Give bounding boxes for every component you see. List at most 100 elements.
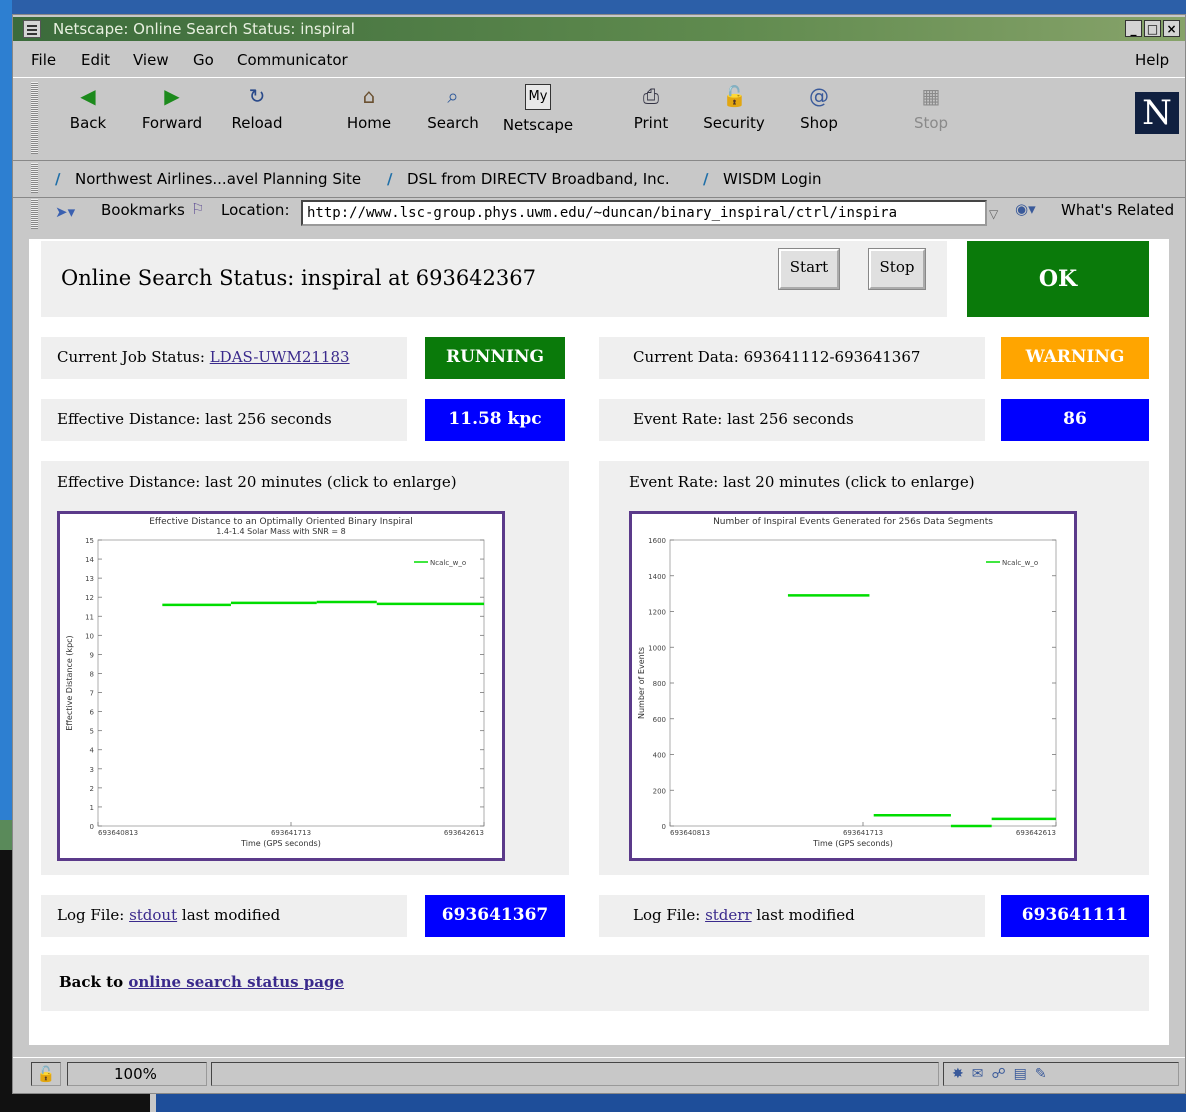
whats-related-icon[interactable]: ◉▾ <box>1015 200 1036 218</box>
log-file-label: Log File: <box>57 906 125 924</box>
menu-edit[interactable]: Edit <box>81 51 110 69</box>
y-tick-label: 0 <box>90 823 94 831</box>
y-axis-label: Effective Distance (kpc) <box>65 635 74 730</box>
x-axis-label: Time (GPS seconds) <box>240 839 321 848</box>
search-button[interactable]: ⌕ Search <box>413 84 493 132</box>
discussions-icon[interactable]: ☍ <box>991 1066 1013 1082</box>
stderr-modified-value: 693641111 <box>1001 895 1149 937</box>
y-tick-label: 14 <box>85 556 94 564</box>
printer-icon: ⎙ <box>643 84 659 108</box>
y-tick-label: 5 <box>90 728 94 736</box>
effective-distance-chart: Effective Distance to an Optimally Orien… <box>65 517 485 848</box>
location-toolbar-grip[interactable] <box>31 199 38 229</box>
y-tick-label: 1600 <box>648 537 666 545</box>
chart-title: Effective Distance to an Optimally Orien… <box>149 517 413 527</box>
personal-toolbar: ∕ Northwest Airlines...avel Planning Site… <box>13 161 1185 198</box>
stop-icon: ▦ <box>921 84 941 108</box>
menu-go[interactable]: Go <box>193 51 214 69</box>
event-rate-panel: Event Rate: last 256 seconds <box>599 399 985 441</box>
current-data-badge: WARNING <box>1001 337 1149 379</box>
addressbook-icon[interactable]: ▤ <box>1014 1066 1035 1082</box>
location-toolbar: ➤▾ Bookmarks ⚐ Location: http://www.lsc-… <box>13 199 1185 235</box>
security-padlock-icon[interactable]: 🔓 <box>31 1062 61 1086</box>
bookmark-pen-icon: ∕ <box>703 170 709 188</box>
whats-related-button[interactable]: What's Related <box>1061 201 1174 219</box>
stdout-link[interactable]: stdout <box>129 906 177 924</box>
y-tick-label: 400 <box>653 752 666 760</box>
back-button[interactable]: ◀ Back <box>48 84 128 132</box>
y-tick-label: 9 <box>90 651 94 659</box>
shop-button[interactable]: @ Shop <box>779 84 859 132</box>
composer-icon[interactable]: ✎ <box>1035 1066 1055 1082</box>
event-rate-plot[interactable]: Number of Inspiral Events Generated for … <box>629 511 1077 861</box>
title-bar[interactable]: Netscape: Online Search Status: inspiral… <box>13 17 1185 41</box>
log-file-label: Log File: <box>633 906 701 924</box>
current-data-panel: Current Data: 693641112-693641367 <box>599 337 985 379</box>
url-input[interactable]: http://www.lsc-group.phys.uwm.edu/~dunca… <box>301 200 987 226</box>
menu-file[interactable]: File <box>31 51 56 69</box>
search-icon: ⌕ <box>447 84 459 108</box>
stdout-log-panel: Log File: stdout last modified <box>41 895 407 937</box>
security-button[interactable]: 🔓 Security <box>694 84 774 132</box>
bookmark-link-directv[interactable]: ∕ DSL from DIRECTV Broadband, Inc. <box>387 170 670 188</box>
toolbar-grip[interactable] <box>31 82 38 154</box>
y-tick-label: 4 <box>90 747 95 755</box>
header-panel: Online Search Status: inspiral at 693642… <box>41 241 947 317</box>
status-bar: 🔓 100% ✸✉☍▤✎ <box>13 1057 1185 1092</box>
netscape-button[interactable]: My Netscape <box>498 84 578 134</box>
effective-distance-label: Effective Distance: last 256 seconds <box>57 410 332 428</box>
window-menu-icon[interactable] <box>23 20 41 38</box>
navigation-toolbar: ◀ Back ▶ Forward ↻ Reload ⌂ Home ⌕ Search My N… <box>13 77 1185 161</box>
online-search-status-link[interactable]: online search status page <box>128 973 344 991</box>
zoom-level: 100% <box>67 1062 207 1086</box>
close-icon[interactable]: × <box>1163 20 1180 37</box>
home-button[interactable]: ⌂ Home <box>329 84 409 132</box>
mail-icon[interactable]: ✉ <box>972 1066 992 1082</box>
desktop-left-strip <box>0 0 12 1112</box>
bookmark-link-northwest[interactable]: ∕ Northwest Airlines...avel Planning Site <box>55 170 361 188</box>
chart-title: Number of Inspiral Events Generated for … <box>713 517 993 527</box>
status-message <box>211 1062 939 1086</box>
menu-help[interactable]: Help <box>1135 51 1169 69</box>
menu-view[interactable]: View <box>133 51 169 69</box>
y-tick-label: 11 <box>85 613 94 621</box>
menu-communicator[interactable]: Communicator <box>237 51 348 69</box>
my-netscape-icon: My <box>525 84 551 110</box>
last-modified-label: last modified <box>181 906 281 924</box>
stop-button[interactable]: ▦ Stop <box>891 84 971 132</box>
print-button[interactable]: ⎙ Print <box>611 84 691 132</box>
back-arrow-icon: ◀ <box>80 84 96 108</box>
bookmark-pen-icon: ∕ <box>387 170 393 188</box>
y-tick-label: 1000 <box>648 644 666 652</box>
minimize-icon[interactable]: _ <box>1125 20 1142 37</box>
job-status-panel: Current Job Status: LDAS-UWM21183 <box>41 337 407 379</box>
y-tick-label: 200 <box>653 787 666 795</box>
stop-button-page[interactable]: Stop <box>868 248 926 290</box>
location-label: Location: <box>221 201 290 219</box>
reload-button[interactable]: ↻ Reload <box>217 84 297 132</box>
x-tick-label: 693642613 <box>444 829 484 837</box>
location-icon[interactable]: ⚐ <box>191 200 204 218</box>
personal-toolbar-grip[interactable] <box>31 163 38 193</box>
job-status-link[interactable]: LDAS-UWM21183 <box>210 348 350 366</box>
plot-frame <box>97 539 485 827</box>
navigator-icon[interactable]: ✸ <box>952 1066 972 1082</box>
y-tick-label: 800 <box>653 680 666 688</box>
y-tick-label: 12 <box>85 594 94 602</box>
legend-label: Ncalc_w_o <box>1002 559 1038 567</box>
bookmarks-icon[interactable]: ➤▾ <box>55 203 75 221</box>
forward-button[interactable]: ▶ Forward <box>132 84 212 132</box>
url-dropdown-icon[interactable]: ▽ <box>989 203 1007 225</box>
netscape-logo[interactable]: N <box>1135 92 1179 134</box>
x-tick-label: 693640813 <box>98 829 138 837</box>
maximize-icon[interactable]: □ <box>1144 20 1161 37</box>
bookmarks-button[interactable]: Bookmarks <box>101 201 185 219</box>
x-tick-label: 693641713 <box>271 829 311 837</box>
y-tick-label: 3 <box>90 766 94 774</box>
effective-distance-plot[interactable]: Effective Distance to an Optimally Orien… <box>57 511 505 861</box>
start-button[interactable]: Start <box>778 248 840 290</box>
stderr-link[interactable]: stderr <box>705 906 752 924</box>
bookmark-link-wisdm[interactable]: ∕ WISDM Login <box>703 170 822 188</box>
browser-window: Netscape: Online Search Status: inspiral… <box>12 14 1186 1094</box>
event-rate-plot-label: Event Rate: last 20 minutes (click to en… <box>629 473 975 491</box>
